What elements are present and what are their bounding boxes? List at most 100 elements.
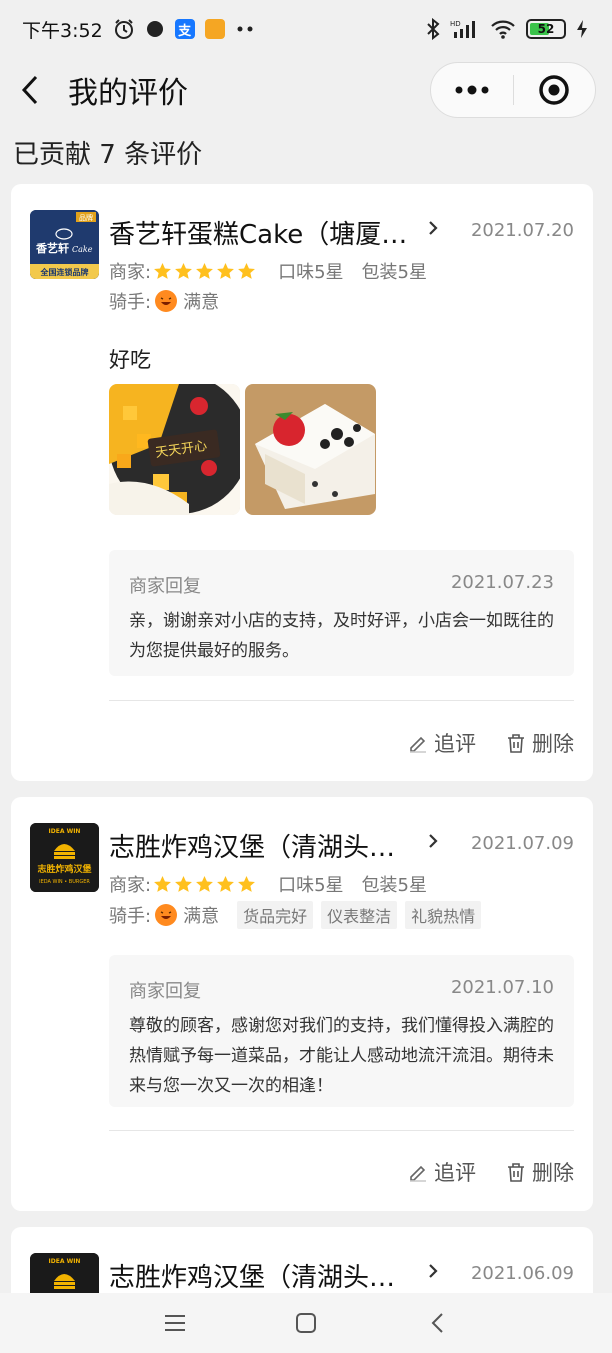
trash-icon <box>508 734 524 753</box>
system-nav-bar <box>0 1293 612 1353</box>
shop-logo[interactable]: 品牌 香艺轩 Cake 全国连锁品牌 <box>30 210 99 279</box>
star-rating <box>153 875 256 893</box>
clock-text: 下午3:52 <box>22 19 103 42</box>
battery-indicator: 52 <box>526 19 566 39</box>
star-icon <box>217 262 235 279</box>
page-title: 我的评价 <box>68 76 188 111</box>
pencil-icon <box>410 1165 426 1182</box>
star-icon <box>154 875 172 892</box>
home-key[interactable] <box>281 1303 331 1343</box>
review-card: IDEA WIN 志胜炸鸡汉堡 IEDA WIN • BURGER 志胜炸鸡汉堡… <box>11 797 593 1211</box>
taste-score: 口味5星 <box>278 875 344 896</box>
star-icon <box>196 875 214 892</box>
reply-text: 亲，谢谢亲对小店的支持，及时好评，小店会一如既往的为您提供最好的服务。 <box>129 611 554 661</box>
star-icon <box>175 262 193 279</box>
shop-name-link[interactable]: 志胜炸鸡汉堡（清湖头… <box>109 827 395 864</box>
rider-satisfaction: 满意 <box>183 292 220 313</box>
back-button[interactable] <box>0 58 60 122</box>
rider-tag: 货品完好 <box>237 901 314 929</box>
alarm-icon <box>113 18 135 40</box>
star-icon <box>238 262 256 279</box>
follow-up-button[interactable]: 追评 <box>408 728 476 758</box>
review-photo[interactable]: 天天开心 <box>109 384 240 515</box>
review-text: 好吃 <box>109 348 151 372</box>
merchant-rating-row: 商家: 口味5星 包装5星 <box>109 871 427 897</box>
shop-logo[interactable]: IDEA WIN 志胜炸鸡汉堡 IEDA WIN • BURGER <box>30 823 99 892</box>
rider-rating-row: 骑手: 满意 货品完好 仪表整洁 礼貌热情 <box>109 901 482 929</box>
back-triangle-icon <box>431 1313 443 1333</box>
shop-name-link[interactable]: 志胜炸鸡汉堡（清湖头… <box>109 1257 395 1294</box>
nav-bar: 我的评价 <box>0 58 612 122</box>
chevron-left-icon <box>21 75 38 105</box>
more-dots-icon <box>455 85 489 95</box>
review-card: 品牌 香艺轩 Cake 全国连锁品牌 香艺轩蛋糕Cake（塘厦… 2021.07… <box>11 184 593 781</box>
svg-text:IDEA WIN: IDEA WIN <box>49 1258 81 1265</box>
svg-text:品牌: 品牌 <box>79 213 93 222</box>
package-score: 包装5星 <box>361 262 427 283</box>
star-icon <box>154 262 172 279</box>
more-button[interactable] <box>431 63 513 117</box>
reply-date: 2021.07.10 <box>450 977 554 998</box>
reply-date: 2021.07.23 <box>450 572 554 593</box>
merchant-reply: 商家回复 2021.07.23 亲，谢谢亲对小店的支持，及时好评，小店会一如既往… <box>109 550 574 676</box>
wifi-icon <box>490 19 516 39</box>
taste-score: 口味5星 <box>278 262 344 283</box>
shop-name-link[interactable]: 香艺轩蛋糕Cake（塘厦… <box>109 214 407 251</box>
rider-label: 骑手: <box>109 292 152 313</box>
chevron-right-icon[interactable] <box>427 833 439 849</box>
pencil-icon <box>410 736 426 753</box>
merchant-rating-row: 商家: 口味5星 包装5星 <box>109 258 427 284</box>
close-miniapp-button[interactable] <box>514 63 596 117</box>
notes-app-icon <box>204 19 225 39</box>
rider-satisfaction: 满意 <box>183 906 220 927</box>
package-score: 包装5星 <box>361 875 427 896</box>
svg-text:全国连锁品牌: 全国连锁品牌 <box>40 267 89 277</box>
divider <box>109 1130 574 1131</box>
merchant-label: 商家: <box>109 875 152 896</box>
rider-tag: 礼貌热情 <box>405 901 482 929</box>
home-square-icon <box>295 1313 316 1333</box>
alipay-icon: 支 <box>174 19 195 39</box>
svg-text:HD: HD <box>450 20 461 28</box>
svg-text:IEDA WIN • BURGER: IEDA WIN • BURGER <box>39 879 90 885</box>
record-icon <box>145 19 165 39</box>
chevron-right-icon[interactable] <box>427 1263 439 1279</box>
delete-button[interactable]: 删除 <box>506 728 574 758</box>
miniapp-capsule <box>430 62 596 118</box>
review-date: 2021.07.09 <box>470 833 574 854</box>
menu-icon <box>165 1315 186 1331</box>
battery-level: 52 <box>537 22 555 36</box>
svg-text:Cake: Cake <box>72 245 93 254</box>
review-date: 2021.06.09 <box>470 1263 574 1284</box>
review-count-summary: 已贡献 7 条评价 <box>13 140 203 170</box>
star-icon <box>238 875 256 892</box>
rider-label: 骑手: <box>109 906 152 927</box>
rider-rating-row: 骑手: 满意 <box>109 288 219 314</box>
back-key[interactable] <box>412 1303 462 1343</box>
happy-face-icon <box>155 290 178 312</box>
merchant-label: 商家: <box>109 262 152 283</box>
divider <box>109 700 574 701</box>
rider-tag: 仪表整洁 <box>321 901 398 929</box>
status-bar: 下午3:52 支 HD 52 <box>0 0 612 58</box>
reply-title: 商家回复 <box>129 981 201 1002</box>
reply-title: 商家回复 <box>129 576 201 597</box>
svg-text:志胜炸鸡汉堡: 志胜炸鸡汉堡 <box>37 863 91 875</box>
reply-text: 尊敬的顾客，感谢您对我们的支持，我们懂得投入满腔的热情赋予每一道菜品，才能让人感… <box>129 1016 554 1096</box>
svg-text:IDEA WIN: IDEA WIN <box>49 828 81 835</box>
merchant-reply: 商家回复 2021.07.10 尊敬的顾客，感谢您对我们的支持，我们懂得投入满腔… <box>109 955 574 1107</box>
charging-icon <box>576 19 588 39</box>
menu-key[interactable] <box>150 1303 200 1343</box>
review-photo[interactable] <box>245 384 376 515</box>
chevron-right-icon[interactable] <box>427 220 439 236</box>
review-date: 2021.07.20 <box>470 220 574 241</box>
svg-text:香艺轩: 香艺轩 <box>35 241 69 255</box>
follow-up-button[interactable]: 追评 <box>408 1157 476 1187</box>
star-icon <box>175 875 193 892</box>
signal-icon: HD <box>450 18 480 40</box>
star-icon <box>196 262 214 279</box>
review-actions: 追评 删除 <box>408 1157 574 1187</box>
more-notifications-icon <box>235 25 255 33</box>
star-rating <box>153 262 256 280</box>
delete-button[interactable]: 删除 <box>506 1157 574 1187</box>
